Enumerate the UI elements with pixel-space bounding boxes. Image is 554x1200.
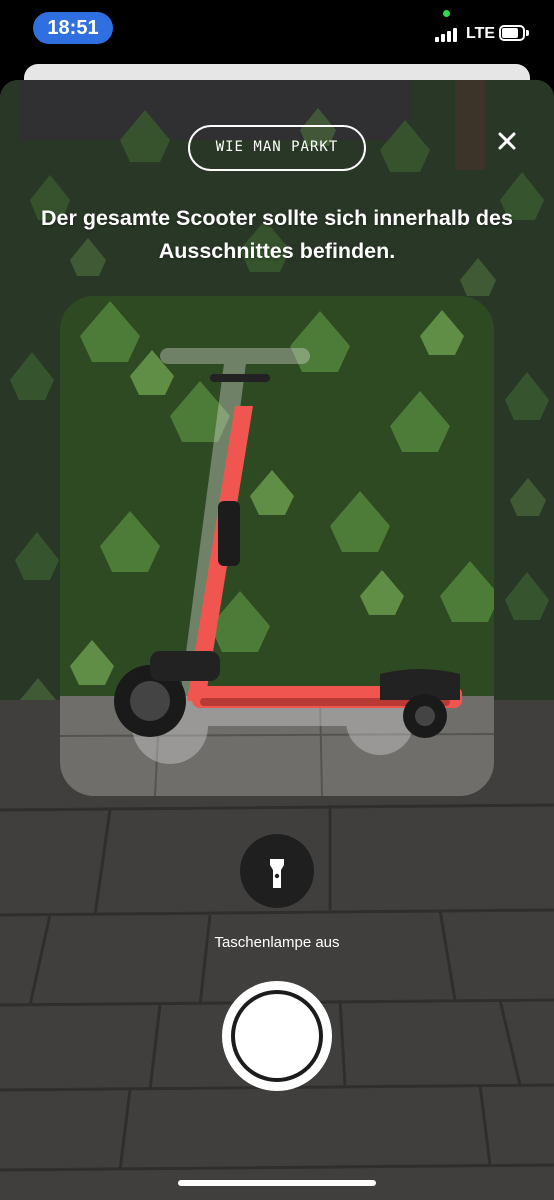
- cellular-signal-icon: [435, 28, 461, 42]
- shutter-ring: [231, 990, 323, 1082]
- camera-view: WIE MAN PARKT Der gesamte Scooter sollte…: [0, 80, 554, 1200]
- home-indicator[interactable]: [178, 1180, 376, 1186]
- network-type: LTE: [466, 25, 496, 42]
- shutter-button[interactable]: [222, 981, 332, 1091]
- battery-icon: [499, 25, 529, 41]
- status-time[interactable]: 18:51: [33, 12, 113, 44]
- how-to-park-button[interactable]: WIE MAN PARKT: [188, 125, 366, 171]
- close-icon[interactable]: [490, 124, 524, 158]
- flashlight-icon: [270, 859, 284, 888]
- shutter-inner: [235, 994, 319, 1078]
- flashlight-status-label: Taschenlampe aus: [214, 934, 340, 951]
- status-bar: 18:51 LTE: [0, 0, 554, 62]
- flashlight-button[interactable]: [240, 834, 314, 908]
- scooter-illustration: [60, 296, 494, 796]
- parking-instruction: Der gesamte Scooter sollte sich innerhal…: [41, 206, 513, 263]
- scooter-frame: [60, 296, 494, 796]
- privacy-indicator-dot: [443, 10, 450, 17]
